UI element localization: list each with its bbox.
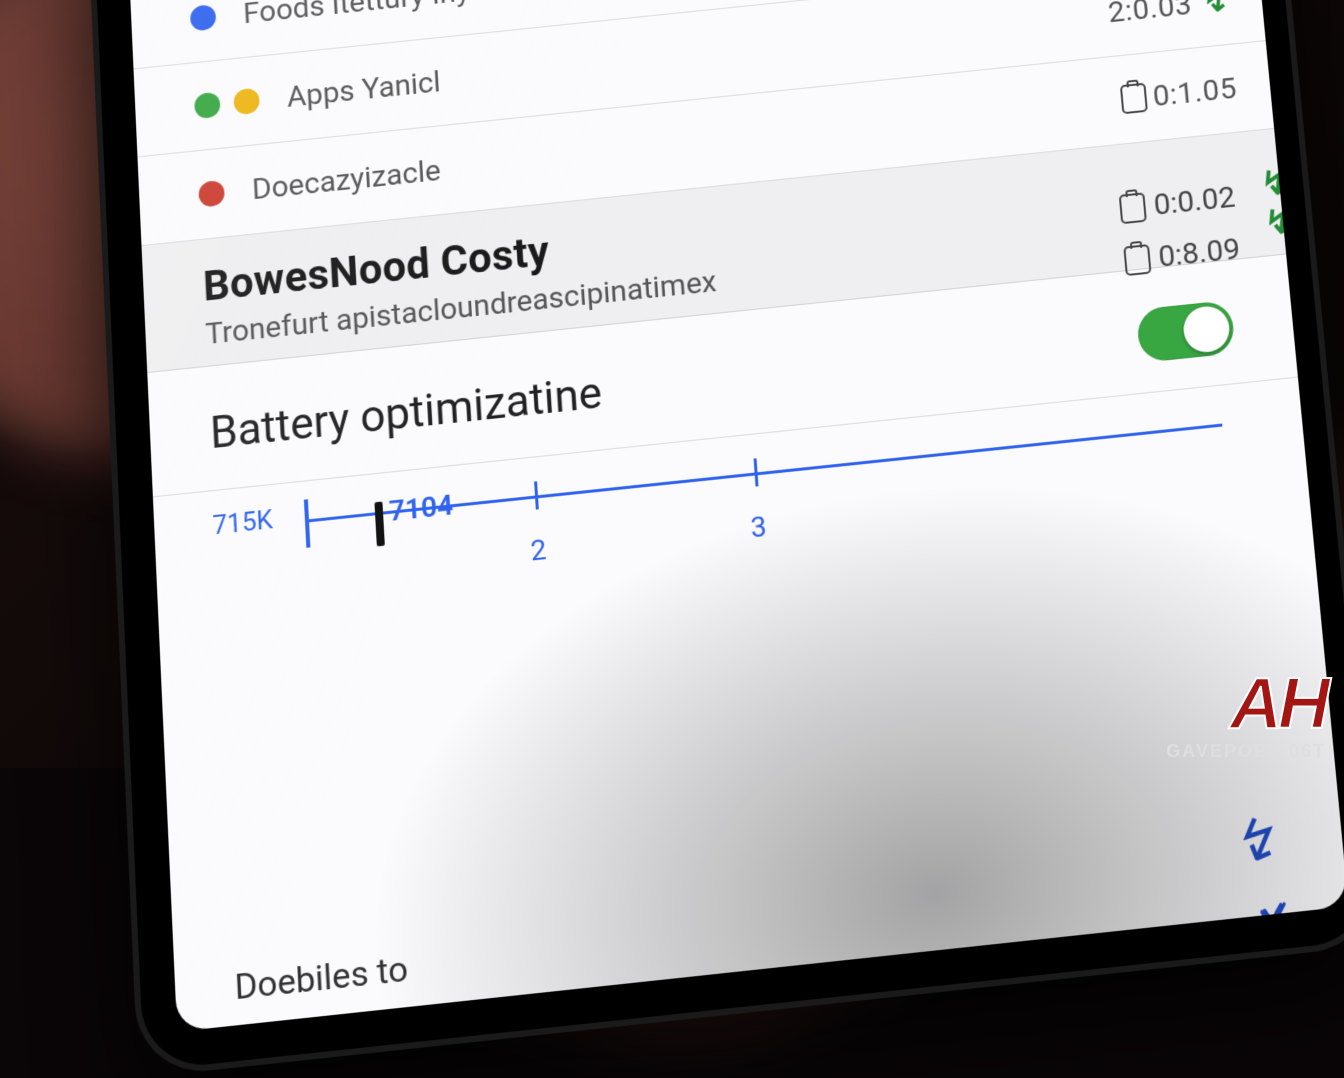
graph-y-label: 715K [212, 505, 274, 541]
battery-icon [1119, 192, 1147, 224]
battery-icon [1124, 244, 1152, 276]
trend-up-icon: ↯ [1196, 0, 1230, 20]
dot-icon [233, 88, 260, 116]
battery-optimization-toggle[interactable] [1136, 300, 1236, 363]
graph-x-label: 3 [749, 510, 767, 545]
graph-tick [304, 499, 311, 548]
detail-side-values: 0:0.02 0:8.09 [1119, 180, 1242, 278]
battery-icon [1120, 83, 1148, 115]
scribble-icon: ✗ [1241, 887, 1308, 972]
graph-x-label: 2 [529, 533, 547, 568]
dot-icon [198, 180, 225, 208]
list-item-value: 0:1.05 [1120, 71, 1238, 117]
scribble-icon: ↯ [1229, 805, 1288, 879]
trend-icons: ↯↯ [1259, 163, 1294, 244]
graph-marker[interactable]: 7104 [374, 502, 384, 547]
dot-icon [190, 4, 217, 32]
graph-marker-label: 7104 [388, 488, 454, 528]
graph-footer-label: Doebiles to [234, 948, 409, 1008]
dot-icon [194, 92, 221, 120]
battery-optimization-label: Battery optimizatine [209, 367, 604, 460]
list-item-value: 2:0.03↯ [1107, 0, 1230, 30]
